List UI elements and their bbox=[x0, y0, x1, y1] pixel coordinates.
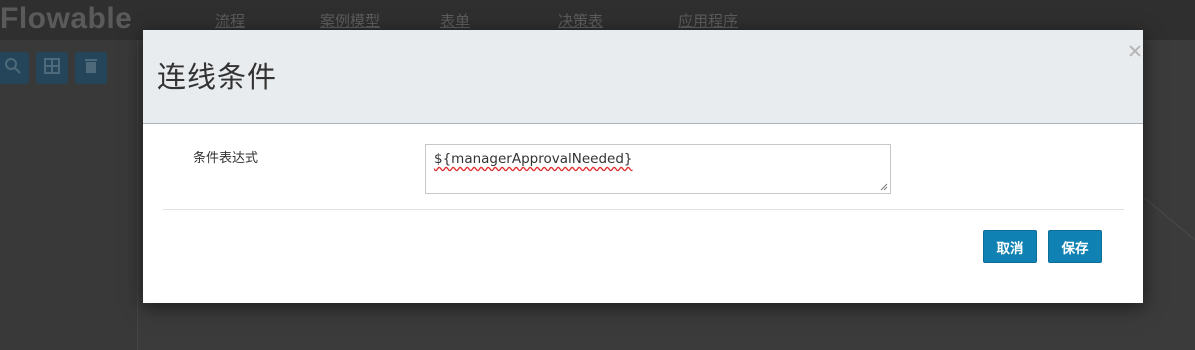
nav-item-process[interactable]: 流程 bbox=[215, 10, 320, 31]
delete-button[interactable] bbox=[75, 52, 107, 84]
condition-expression-input[interactable]: ${managerApprovalNeeded} bbox=[425, 144, 891, 194]
condition-expression-value: ${managerApprovalNeeded} bbox=[434, 151, 633, 167]
app-logo: Flowable bbox=[0, 2, 133, 35]
nav-item-apps[interactable]: 应用程序 bbox=[678, 10, 798, 31]
trash-icon bbox=[81, 56, 101, 80]
dialog-title: 连线条件 bbox=[157, 60, 278, 94]
close-icon[interactable] bbox=[1128, 44, 1142, 58]
resize-handle-icon[interactable] bbox=[880, 183, 888, 191]
editor-toolbar bbox=[0, 52, 114, 84]
main-nav: 流程 案例模型 表单 决策表 应用程序 bbox=[215, 10, 798, 31]
nav-item-case-models[interactable]: 案例模型 bbox=[320, 10, 440, 31]
cancel-button[interactable]: 取消 bbox=[983, 230, 1037, 263]
nav-item-decision-tables[interactable]: 决策表 bbox=[558, 10, 678, 31]
condition-expression-label: 条件表达式 bbox=[193, 151, 259, 166]
grid-button[interactable] bbox=[36, 52, 68, 84]
palette-panel bbox=[0, 40, 138, 350]
zoom-button[interactable] bbox=[0, 52, 29, 84]
sequence-flow-line bbox=[1135, 190, 1195, 241]
dialog-header: 连线条件 bbox=[143, 30, 1143, 124]
condition-dialog: 连线条件 条件表达式 ${managerApprovalNeeded} 取消 保… bbox=[143, 30, 1143, 303]
nav-item-forms[interactable]: 表单 bbox=[440, 10, 558, 31]
search-icon bbox=[3, 56, 23, 80]
dialog-footer-divider bbox=[163, 209, 1124, 210]
grid-icon bbox=[42, 56, 62, 80]
save-button[interactable]: 保存 bbox=[1048, 230, 1102, 263]
